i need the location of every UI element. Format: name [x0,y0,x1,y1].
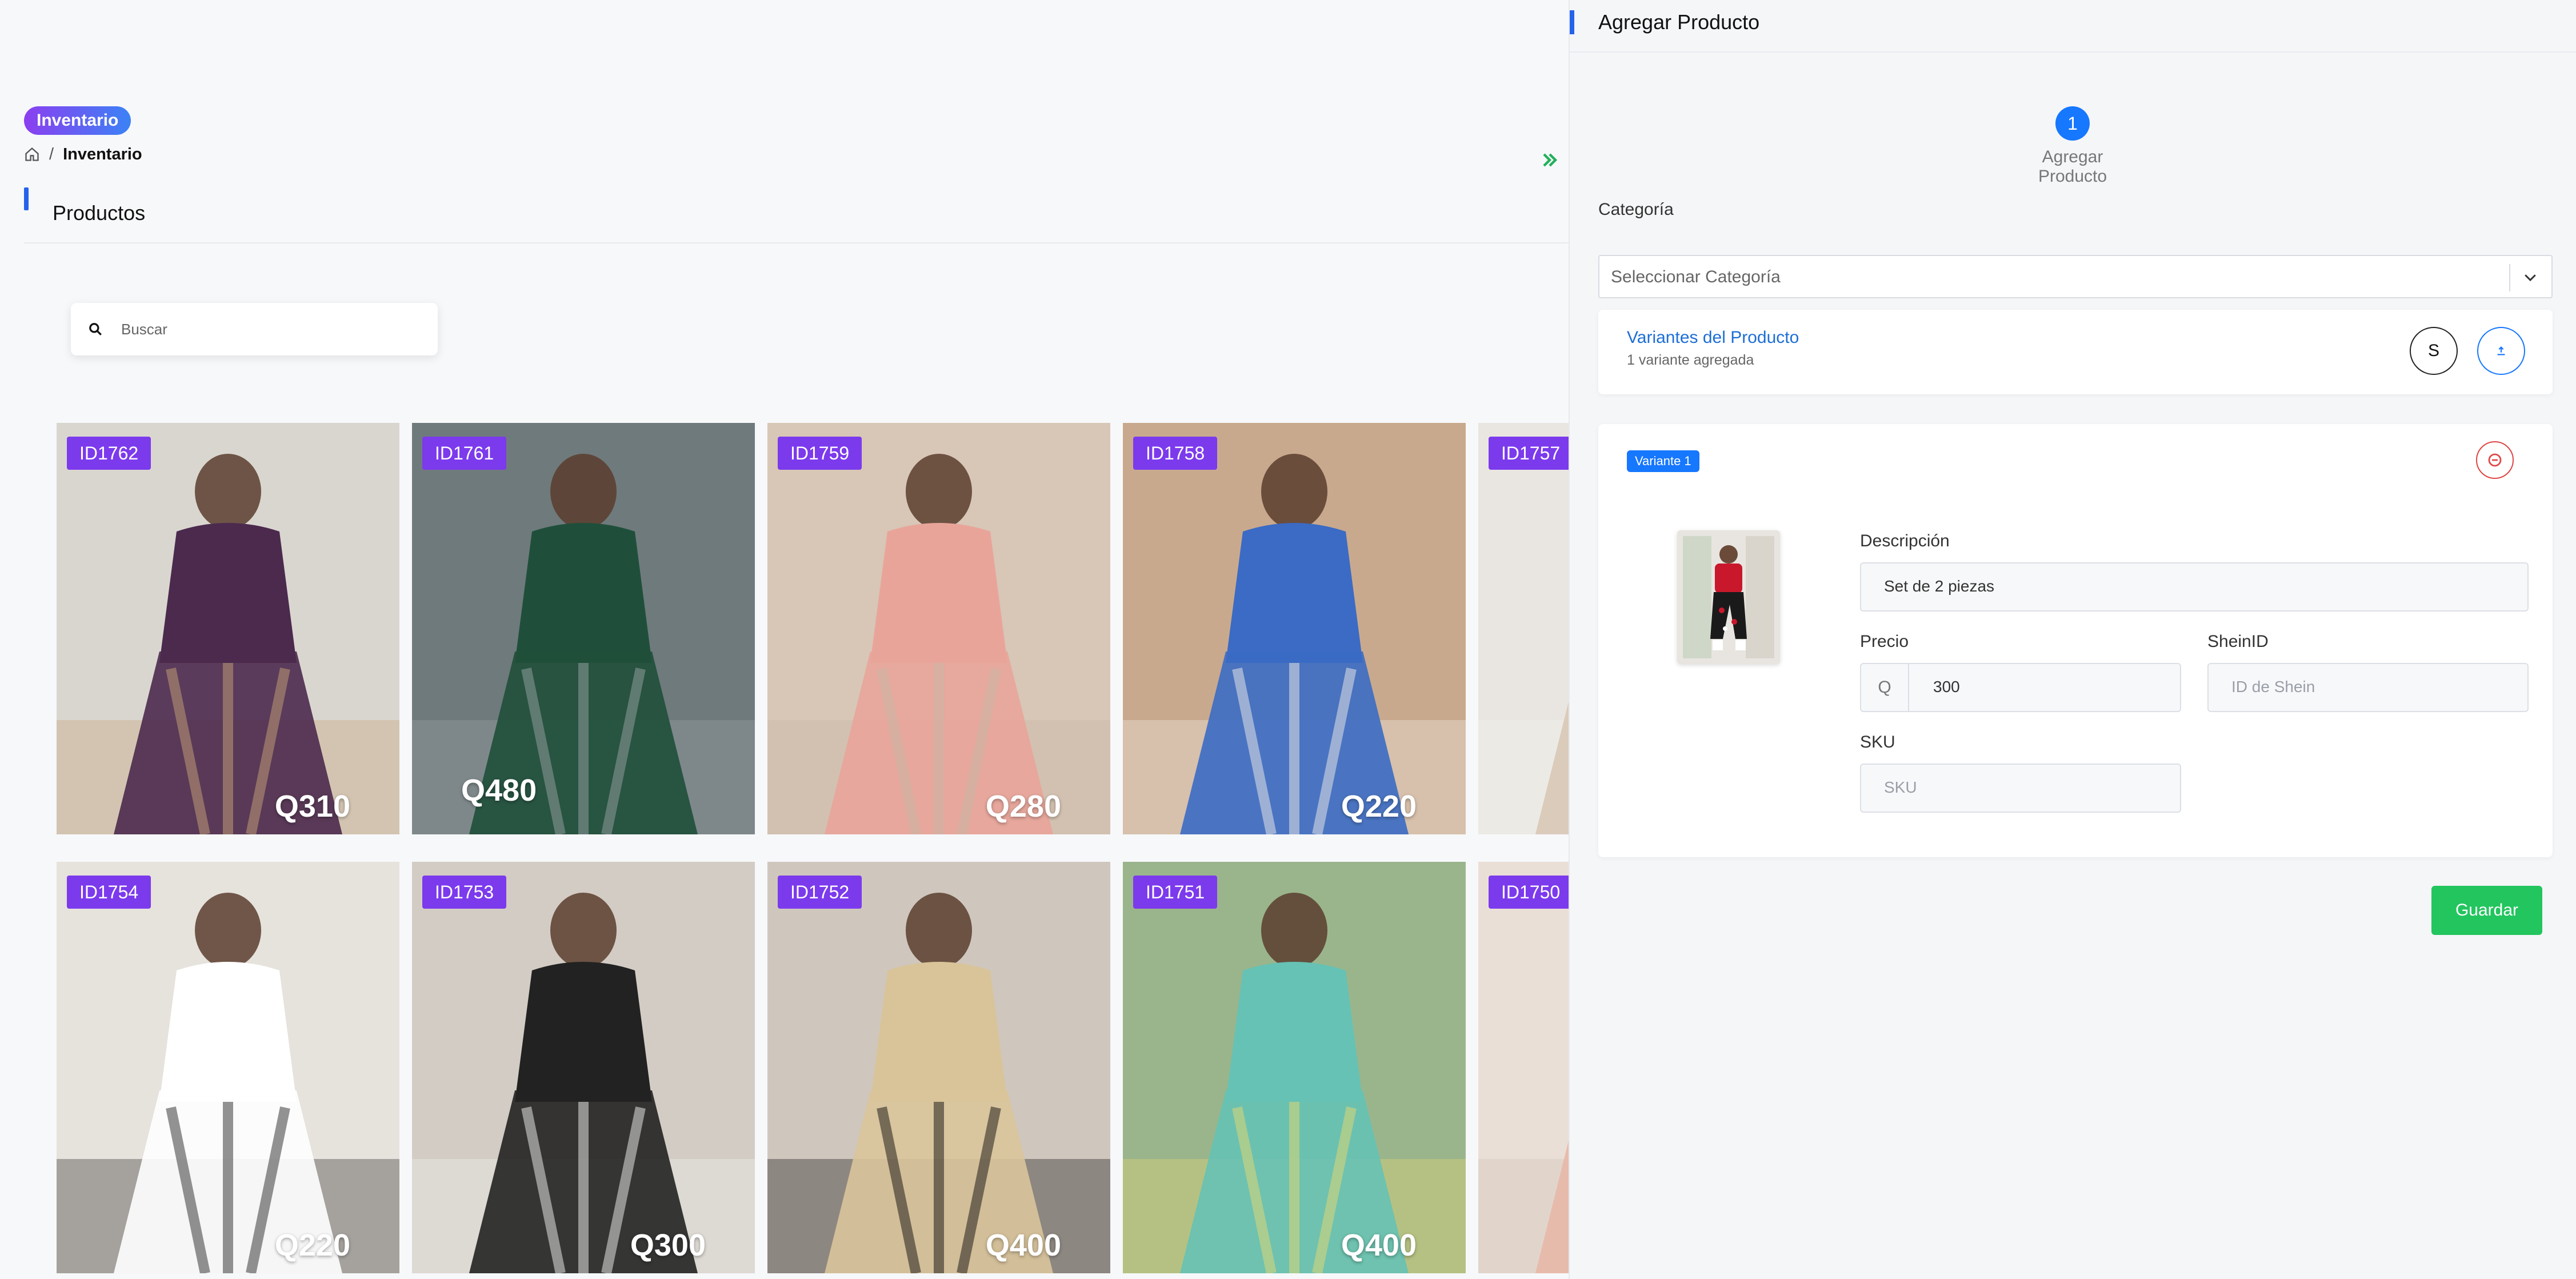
product-id-badge: ID1761 [422,437,507,470]
variant-image-graphic [1677,530,1780,664]
search-input[interactable] [121,320,395,338]
product-image [767,423,1110,834]
double-chevron-right-icon [1543,153,1558,167]
section-badge: Inventario [24,106,131,135]
product-card[interactable]: ID1752 Q400 [767,862,1110,1273]
product-price: Q400 [985,1228,1061,1262]
product-card[interactable]: ID1762 Q310 [57,423,399,834]
upload-icon [2497,346,2505,355]
product-card[interactable]: ID1758 Q220 [1123,423,1466,834]
variant-tag: Variante 1 [1627,450,1699,472]
variant-image[interactable] [1677,530,1780,664]
product-price: Q300 [630,1228,706,1262]
product-image [1123,862,1466,1273]
main-area: Inventario / Inventario Productos ID1762… [0,0,1569,1279]
price-prefix: Q [1861,664,1909,711]
description-input[interactable] [1884,577,2417,595]
product-id-badge: ID1751 [1133,876,1218,909]
product-price: Q400 [1341,1228,1417,1262]
price-field[interactable]: Q [1860,663,2181,712]
product-image [57,423,399,834]
product-id-badge: ID1753 [422,876,507,909]
minus-circle-icon [2488,453,2502,467]
product-price: Q280 [985,789,1061,824]
sku-field[interactable] [1860,764,2181,813]
product-price: Q220 [274,1228,350,1262]
product-card[interactable]: ID1759 Q280 [767,423,1110,834]
price-input[interactable] [1933,678,2162,696]
panel-accent-bar [1570,10,1574,34]
variants-count: 1 variante agregada [1627,352,1754,368]
panel-header: Agregar Producto [1570,0,2576,53]
sheinid-input[interactable] [2231,678,2487,696]
product-id-badge: ID1754 [67,876,151,909]
upload-button[interactable] [2477,327,2525,375]
category-select-value: Seleccionar Categoría [1611,267,1781,286]
product-id-badge: ID1762 [67,437,151,470]
product-price: Q310 [274,789,350,824]
product-image [57,862,399,1273]
product-id-badge: ID1757 [1489,437,1569,470]
products-accent-bar [24,187,29,210]
product-card[interactable]: ID1757 [1478,423,1569,834]
step-label: Agregar Producto [2038,147,2107,186]
panel-title: Agregar Producto [1598,10,1760,34]
home-icon[interactable] [24,146,40,162]
sheinid-field[interactable] [2207,663,2529,712]
product-image [1123,423,1466,834]
product-image [1478,862,1569,1273]
search-box[interactable] [71,303,438,355]
product-id-badge: ID1759 [778,437,862,470]
product-card[interactable]: ID1751 Q400 [1123,862,1466,1273]
variant-card: Variante 1 Descripción Precio Q [1598,424,2553,857]
description-label: Descripción [1860,531,1950,550]
breadcrumb-separator: / [49,145,54,163]
breadcrumb-current: Inventario [63,145,142,163]
sku-input[interactable] [1884,778,2139,797]
breadcrumb: / Inventario [24,144,142,165]
sku-label: SKU [1860,733,1895,752]
product-variants-card: Variantes del Producto 1 variante agrega… [1598,310,2553,394]
product-price: Q480 [461,773,537,808]
category-select[interactable]: Seleccionar Categoría [1598,255,2553,298]
product-card[interactable]: ID1750 [1478,862,1569,1273]
product-card[interactable]: ID1754 Q220 [57,862,399,1273]
step-indicator: 1 [2055,106,2090,141]
chevron-down-icon[interactable] [2522,269,2539,286]
product-id-badge: ID1758 [1133,437,1218,470]
variants-title[interactable]: Variantes del Producto [1627,328,1799,347]
remove-variant-button[interactable] [2476,441,2514,479]
add-product-panel: Agregar Producto 1 Agregar Producto Cate… [1569,0,2576,1279]
product-image [412,862,755,1273]
price-label: Precio [1860,632,1909,651]
select-divider [2509,264,2510,291]
products-title: Productos [53,201,146,225]
product-id-badge: ID1750 [1489,876,1569,909]
product-price: Q220 [1341,789,1417,824]
search-icon [89,323,102,335]
product-image [1478,423,1569,834]
product-card[interactable]: ID1761 Q480 [412,423,755,834]
products-header: Productos [24,184,1569,243]
category-label: Categoría [1598,200,1674,219]
description-field[interactable] [1860,562,2529,611]
product-id-badge: ID1752 [778,876,862,909]
sheinid-label: SheinID [2207,632,2269,651]
product-card[interactable]: ID1753 Q300 [412,862,755,1273]
product-image [767,862,1110,1273]
size-chip[interactable]: S [2410,327,2458,375]
save-button[interactable]: Guardar [2431,886,2542,935]
